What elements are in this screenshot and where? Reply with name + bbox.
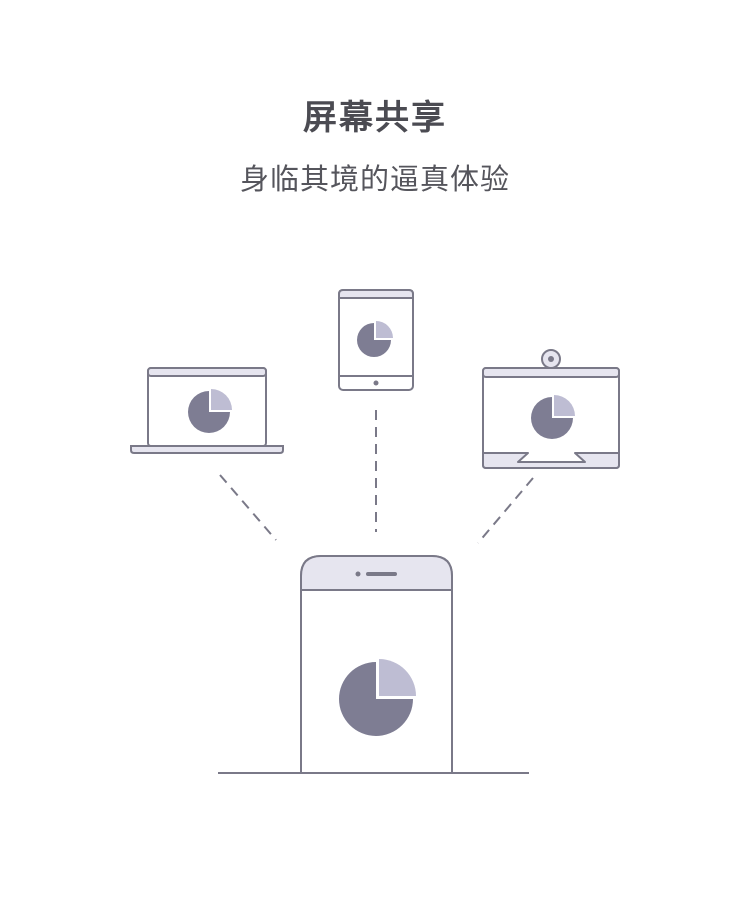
laptop-icon	[130, 367, 284, 454]
laptop-connection-line	[219, 474, 277, 541]
tablet-icon	[338, 289, 414, 391]
phone-icon	[300, 555, 453, 773]
smart-display-icon	[482, 349, 620, 469]
display-connection-line	[477, 477, 534, 544]
screen-sharing-illustration	[130, 289, 620, 774]
